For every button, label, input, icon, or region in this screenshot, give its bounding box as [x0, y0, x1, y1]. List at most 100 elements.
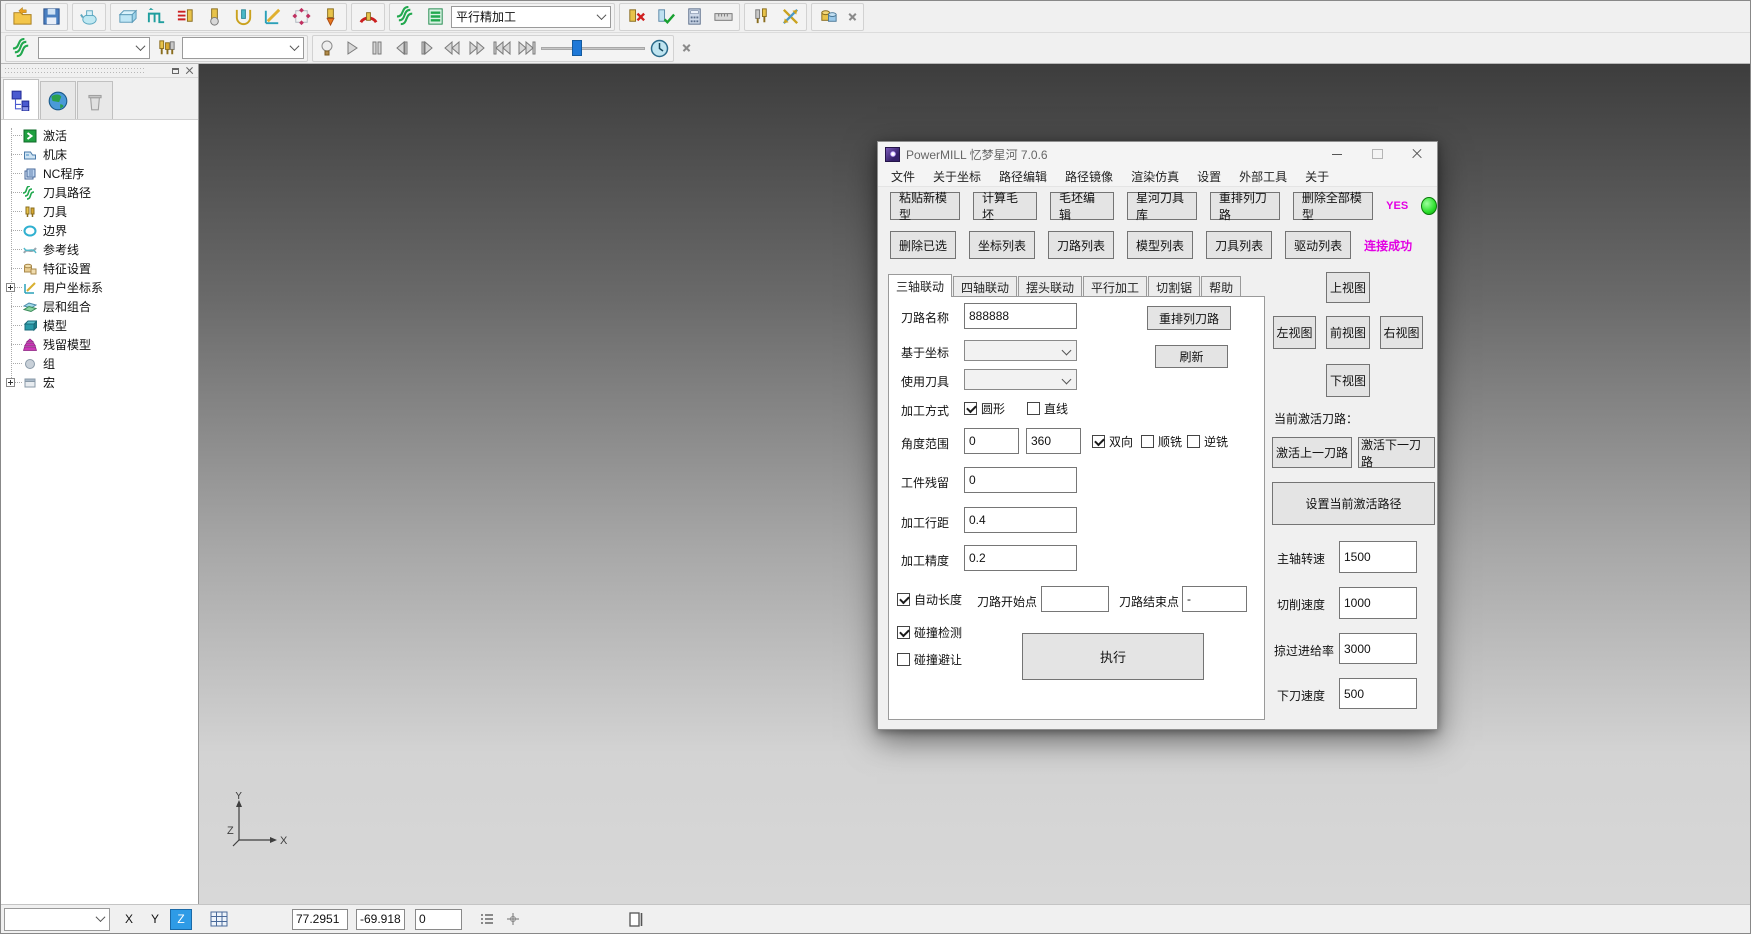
- measure-icon[interactable]: [710, 5, 736, 29]
- checkbox-icon[interactable]: [1027, 402, 1040, 415]
- panel-close-icon[interactable]: [184, 65, 195, 76]
- tree-item-feature-sets[interactable]: 特征设置: [11, 259, 198, 278]
- feed-rate-icon[interactable]: [143, 5, 169, 29]
- clock-icon[interactable]: [648, 38, 670, 58]
- toolpath-list-icon[interactable]: [422, 5, 448, 29]
- active-toolpath-combo[interactable]: 平行精加工: [451, 6, 611, 28]
- viewport-3d[interactable]: Y X Z PowerMILL 忆梦星河 7.0.6 文件 关于: [199, 64, 1750, 904]
- axis-z-button[interactable]: Z: [170, 909, 192, 930]
- tool-library-button[interactable]: 星河刀具库: [1127, 192, 1197, 220]
- tree-item-groups[interactable]: 组: [11, 354, 198, 373]
- activate-prev-button[interactable]: 激活上一刀路: [1272, 437, 1352, 468]
- dialog-title-bar[interactable]: PowerMILL 忆梦星河 7.0.6: [878, 142, 1437, 166]
- menu-external-tools[interactable]: 外部工具: [1230, 166, 1296, 187]
- tool-list-button[interactable]: 刀具列表: [1206, 231, 1272, 259]
- cursor-x-input[interactable]: [292, 909, 348, 930]
- calc-block-button[interactable]: 计算毛坯: [973, 192, 1037, 220]
- accept-tool-icon[interactable]: [652, 5, 678, 29]
- rewind-icon[interactable]: [441, 38, 463, 58]
- tool-pair-icon[interactable]: [748, 5, 774, 29]
- auto-length-checkbox[interactable]: 自动长度: [897, 591, 962, 608]
- tab-parallel[interactable]: 平行加工: [1083, 276, 1147, 297]
- linear-checkbox[interactable]: 直线: [1027, 400, 1068, 417]
- create-block-icon[interactable]: [114, 5, 140, 29]
- collision-check-checkbox[interactable]: 碰撞检测: [897, 624, 962, 641]
- transform-icon[interactable]: [777, 5, 803, 29]
- axis-y-button[interactable]: Y: [144, 909, 166, 930]
- cursor-z-input[interactable]: [415, 909, 462, 930]
- menu-settings[interactable]: 设置: [1188, 166, 1230, 187]
- delete-tool-icon[interactable]: [623, 5, 649, 29]
- model-list-button[interactable]: 模型列表: [1127, 231, 1193, 259]
- spindle-speed-input[interactable]: [1339, 541, 1417, 573]
- grid-icon[interactable]: [206, 909, 232, 930]
- play-icon[interactable]: [341, 38, 363, 58]
- tab-swivel-head[interactable]: 摆头联动: [1018, 276, 1082, 297]
- sim-tool-combo[interactable]: [182, 37, 304, 59]
- rapid-moves-icon[interactable]: [172, 5, 198, 29]
- toolpath-name-input[interactable]: [964, 303, 1077, 329]
- based-coord-select[interactable]: [964, 340, 1077, 361]
- toolpath-list-button[interactable]: 刀路列表: [1048, 231, 1114, 259]
- step-back-icon[interactable]: [391, 38, 413, 58]
- print-icon[interactable]: [76, 5, 102, 29]
- slider-handle[interactable]: [572, 40, 582, 56]
- tree-item-macros[interactable]: 宏: [11, 373, 198, 392]
- simulate-toolpath-icon[interactable]: [355, 5, 381, 29]
- refresh-button[interactable]: 刷新: [1155, 345, 1228, 368]
- simulation-speed-slider[interactable]: [541, 39, 645, 57]
- menu-render-sim[interactable]: 渲染仿真: [1122, 166, 1188, 187]
- tree-item-tools[interactable]: 刀具: [11, 202, 198, 221]
- menu-file[interactable]: 文件: [882, 166, 924, 187]
- expand-icon[interactable]: [6, 283, 15, 292]
- tab-explorer-tree[interactable]: [3, 79, 39, 119]
- rearrange-button[interactable]: 重排列刀路: [1147, 306, 1231, 330]
- cylinders-icon[interactable]: [815, 5, 841, 29]
- view-top-button[interactable]: 上视图: [1326, 272, 1370, 303]
- tree-item-nc-programs[interactable]: NC程序: [11, 164, 198, 183]
- close-toolbar-icon[interactable]: [678, 40, 694, 56]
- conventional-mill-checkbox[interactable]: 逆铣: [1187, 433, 1228, 450]
- menu-path-mirror[interactable]: 路径镜像: [1056, 166, 1122, 187]
- angle-from-input[interactable]: [964, 428, 1019, 454]
- maximize-icon[interactable]: [1357, 143, 1397, 165]
- stock-allowance-input[interactable]: [964, 467, 1077, 493]
- tab-web-view[interactable]: [40, 81, 76, 119]
- cutting-feed-input[interactable]: [1339, 587, 1417, 619]
- workplane-icon[interactable]: [259, 5, 285, 29]
- tree-item-activate[interactable]: 激活: [11, 126, 198, 145]
- execute-button[interactable]: 执行: [1022, 633, 1204, 680]
- menu-path-edit[interactable]: 路径编辑: [990, 166, 1056, 187]
- view-right-button[interactable]: 右视图: [1380, 316, 1423, 349]
- menu-about[interactable]: 关于: [1296, 166, 1338, 187]
- probe-icon[interactable]: [502, 909, 524, 930]
- fast-forward-icon[interactable]: [466, 38, 488, 58]
- minimize-icon[interactable]: [1317, 143, 1357, 165]
- checkbox-icon[interactable]: [1141, 435, 1154, 448]
- end-point-input[interactable]: [1182, 586, 1247, 612]
- checkbox-icon[interactable]: [964, 402, 977, 415]
- statusbar-combo[interactable]: [4, 908, 110, 931]
- collision-avoid-checkbox[interactable]: 碰撞避让: [897, 651, 962, 668]
- tree-item-workplanes[interactable]: 用户坐标系: [11, 278, 198, 297]
- angle-to-input[interactable]: [1026, 428, 1081, 454]
- checkbox-icon[interactable]: [897, 593, 910, 606]
- checkbox-icon[interactable]: [897, 626, 910, 639]
- tab-recycle-bin[interactable]: [77, 81, 113, 119]
- plunge-feed-input[interactable]: [1339, 678, 1417, 709]
- tolerance-input[interactable]: [964, 545, 1077, 571]
- tab-4axis[interactable]: 四轴联动: [953, 276, 1017, 297]
- axis-x-button[interactable]: X: [118, 909, 140, 930]
- save-icon[interactable]: [38, 5, 64, 29]
- view-front-button[interactable]: 前视图: [1326, 316, 1370, 349]
- leads-and-links-icon[interactable]: [230, 5, 256, 29]
- circular-checkbox[interactable]: 圆形: [964, 400, 1005, 417]
- cursor-y-input[interactable]: [356, 909, 405, 930]
- expand-icon[interactable]: [6, 378, 15, 387]
- activate-next-button[interactable]: 激活下一刀路: [1358, 437, 1435, 468]
- bidirectional-checkbox[interactable]: 双向: [1092, 433, 1133, 450]
- tree-item-levels-sets[interactable]: 层和组合: [11, 297, 198, 316]
- paste-new-model-button[interactable]: 粘贴新模型: [890, 192, 960, 220]
- tree-item-patterns[interactable]: 参考线: [11, 240, 198, 259]
- display-icon[interactable]: [624, 909, 650, 930]
